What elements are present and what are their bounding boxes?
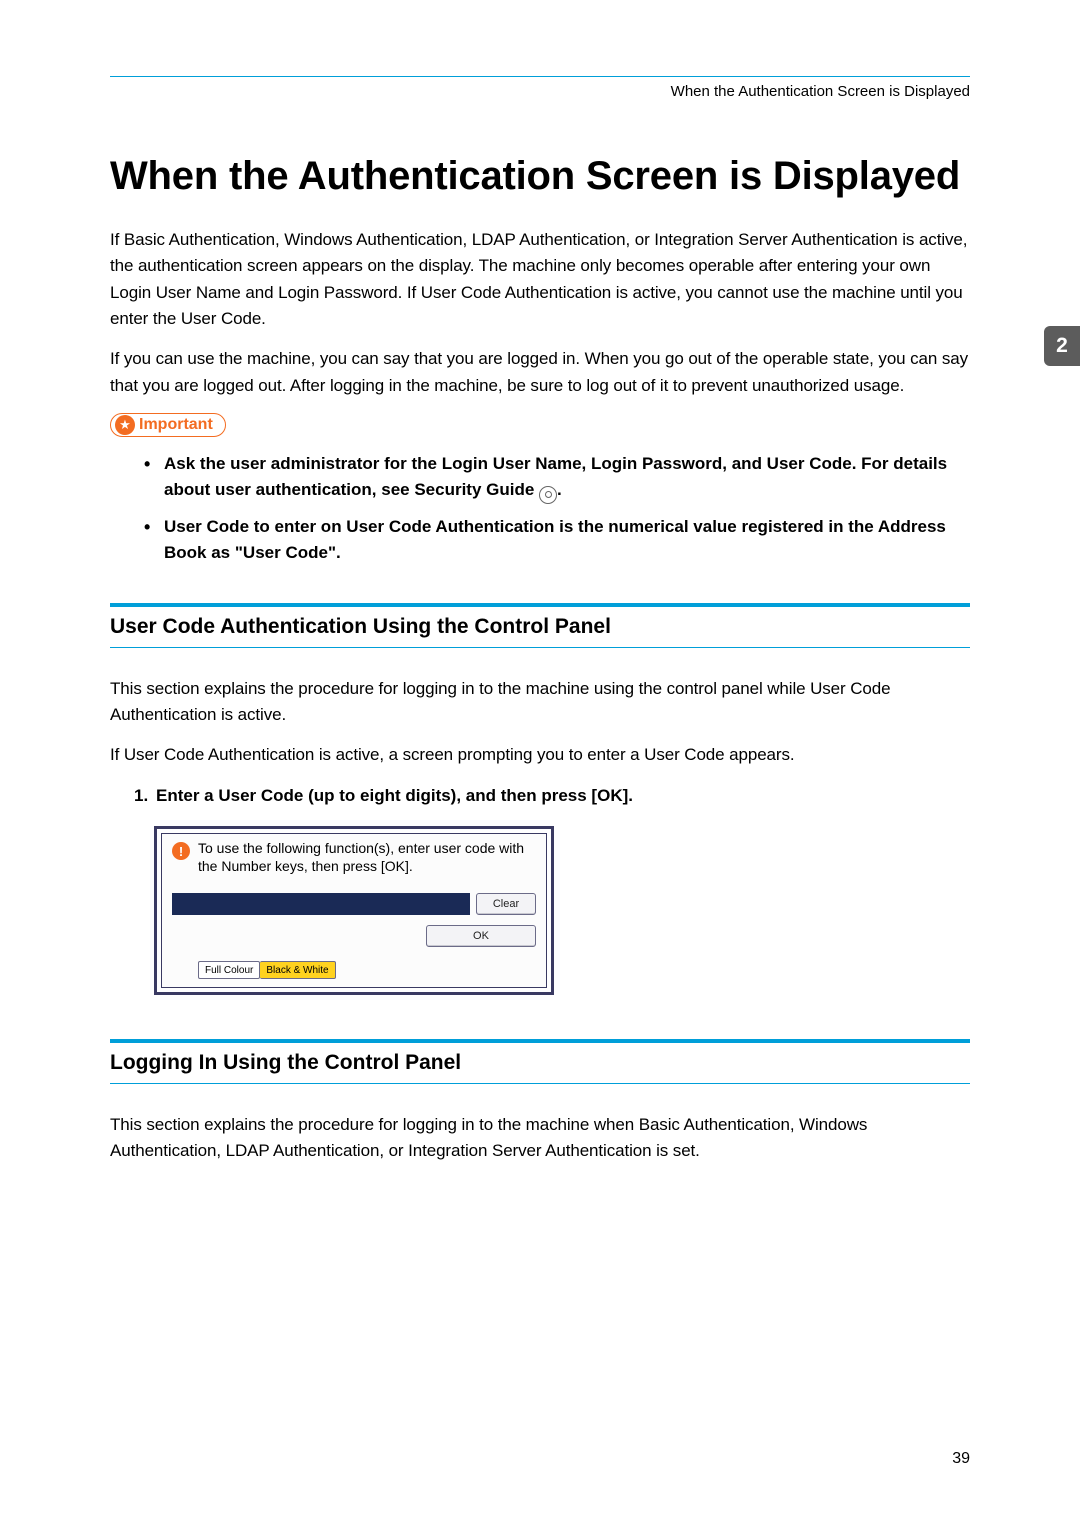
control-panel-screenshot: ! To use the following function(s), ente… bbox=[154, 826, 554, 995]
running-header: When the Authentication Screen is Displa… bbox=[110, 83, 970, 100]
section-1-paragraph-2: If User Code Authentication is active, a… bbox=[110, 742, 970, 768]
intro-paragraph-1: If Basic Authentication, Windows Authent… bbox=[110, 227, 970, 332]
full-colour-chip[interactable]: Full Colour bbox=[198, 961, 260, 979]
section-rule-2 bbox=[110, 1039, 970, 1043]
ok-button[interactable]: OK bbox=[426, 925, 536, 947]
cd-icon bbox=[539, 486, 557, 504]
important-label: Important bbox=[139, 416, 213, 434]
intro-paragraph-2: If you can use the machine, you can say … bbox=[110, 346, 970, 399]
panel-mode-row: Full Colour Black & White bbox=[172, 961, 536, 979]
page: When the Authentication Screen is Displa… bbox=[0, 0, 1080, 1532]
panel-input-row: Clear bbox=[172, 893, 536, 915]
page-title: When the Authentication Screen is Displa… bbox=[110, 154, 970, 199]
control-panel-inner: ! To use the following function(s), ente… bbox=[161, 833, 547, 988]
chapter-tab: 2 bbox=[1044, 326, 1080, 366]
section-rule-1 bbox=[110, 603, 970, 607]
important-item-1-text-b: . bbox=[557, 480, 562, 499]
page-number: 39 bbox=[952, 1450, 970, 1468]
user-code-input[interactable] bbox=[172, 893, 470, 915]
clear-button[interactable]: Clear bbox=[476, 893, 536, 915]
section-heading-2: Logging In Using the Control Panel bbox=[110, 1051, 970, 1084]
section-2-paragraph-1: This section explains the procedure for … bbox=[110, 1112, 970, 1165]
step-1: Enter a User Code (up to eight digits), … bbox=[134, 783, 970, 809]
section-1-paragraph-1: This section explains the procedure for … bbox=[110, 676, 970, 729]
section-heading-1: User Code Authentication Using the Contr… bbox=[110, 615, 970, 648]
panel-message: To use the following function(s), enter … bbox=[198, 840, 536, 875]
important-item-2: User Code to enter on User Code Authenti… bbox=[140, 514, 970, 567]
black-white-chip[interactable]: Black & White bbox=[260, 961, 335, 979]
exclamation-icon: ! bbox=[172, 842, 190, 860]
important-list: Ask the user administrator for the Login… bbox=[110, 451, 970, 567]
panel-message-row: ! To use the following function(s), ente… bbox=[172, 840, 536, 875]
star-icon: ★ bbox=[115, 415, 135, 435]
header-rule bbox=[110, 76, 970, 77]
panel-ok-row: OK bbox=[172, 925, 536, 947]
important-badge: ★ Important bbox=[110, 413, 226, 437]
section-1-steps: Enter a User Code (up to eight digits), … bbox=[110, 783, 970, 809]
important-item-1: Ask the user administrator for the Login… bbox=[140, 451, 970, 504]
